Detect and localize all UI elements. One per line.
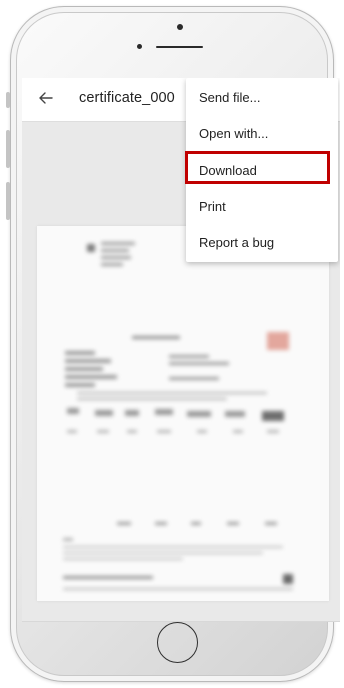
earpiece-speaker bbox=[156, 46, 203, 48]
device-screen: certificate_000 Send file... Open with..… bbox=[22, 78, 340, 621]
menu-item-download[interactable]: Download bbox=[186, 153, 338, 189]
blurred-document-content bbox=[37, 226, 329, 601]
document-preview[interactable] bbox=[37, 226, 329, 601]
overflow-menu: Send file... Open with... Download Print… bbox=[186, 78, 338, 262]
menu-item-print[interactable]: Print bbox=[186, 189, 338, 225]
front-camera bbox=[177, 24, 183, 30]
arrow-left-icon[interactable] bbox=[36, 88, 56, 108]
proximity-sensor bbox=[137, 44, 142, 49]
menu-item-send-file[interactable]: Send file... bbox=[186, 80, 338, 116]
file-title: certificate_000 bbox=[79, 90, 175, 106]
menu-item-report-bug[interactable]: Report a bug bbox=[186, 225, 338, 261]
mute-switch bbox=[6, 92, 10, 108]
volume-down-button bbox=[6, 182, 10, 220]
menu-item-open-with[interactable]: Open with... bbox=[186, 116, 338, 152]
volume-up-button bbox=[6, 130, 10, 168]
home-button[interactable] bbox=[157, 622, 198, 663]
